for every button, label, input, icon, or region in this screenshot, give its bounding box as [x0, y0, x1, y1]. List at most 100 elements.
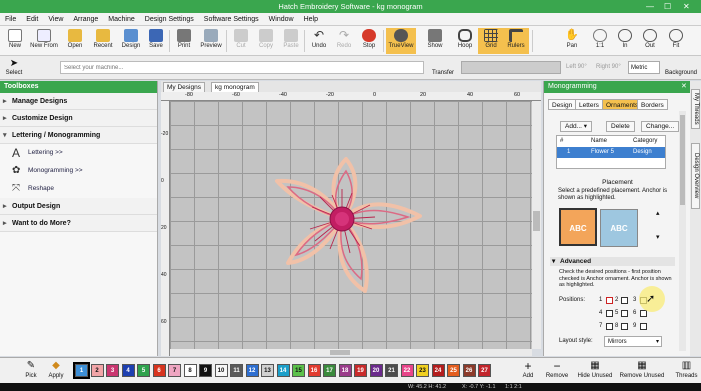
hoop-select[interactable]	[461, 61, 561, 74]
show-button[interactable]: Show	[420, 28, 450, 54]
placement-option-2[interactable]: ABC	[600, 209, 638, 247]
maximize-button[interactable]: ☐	[664, 0, 671, 13]
position-checkbox-4[interactable]	[606, 310, 613, 317]
lettering-tool[interactable]: A Lettering >>	[0, 144, 157, 162]
close-panel-icon[interactable]: ✕	[681, 81, 687, 93]
menu-arrange[interactable]: Arrange	[68, 13, 103, 26]
tab-my-threads[interactable]: My Threads	[691, 89, 700, 129]
position-checkbox-1[interactable]	[606, 297, 613, 304]
flower-design[interactable]	[170, 101, 532, 349]
thread-swatch[interactable]: 2	[90, 364, 104, 377]
zoom-out-button[interactable]: Out	[637, 28, 663, 54]
units-select[interactable]: Metric	[628, 61, 660, 74]
menu-view[interactable]: View	[43, 13, 68, 26]
select-tool[interactable]: ➤ Select	[3, 57, 25, 79]
panel-scrollbar[interactable]	[679, 111, 686, 351]
position-checkbox-5[interactable]	[621, 310, 628, 317]
layout-style-select[interactable]: Mirrors ▾	[604, 336, 662, 347]
thread-swatch[interactable]: 20	[369, 364, 383, 377]
section-want-more[interactable]: ▸ Want to do More?	[0, 215, 157, 232]
preview-button[interactable]: Preview	[197, 28, 225, 54]
delete-ornament-button[interactable]: Delete	[606, 121, 635, 132]
thread-swatch[interactable]: 3	[106, 364, 119, 377]
vertical-scroll-thumb[interactable]	[533, 211, 540, 231]
one-to-one-button[interactable]: 1:1	[587, 28, 613, 54]
menu-file[interactable]: File	[0, 13, 21, 26]
background-button[interactable]: Background	[663, 57, 699, 79]
position-checkbox-7[interactable]	[606, 323, 613, 330]
placement-option-anchor[interactable]: ABC	[559, 208, 597, 246]
thread-swatch[interactable]: 22	[400, 364, 414, 377]
cut-button[interactable]: Cut	[228, 28, 254, 54]
trueview-button[interactable]: TrueView	[386, 28, 416, 54]
tab-letters[interactable]: Letters	[575, 99, 603, 110]
paste-button[interactable]: Paste	[278, 28, 304, 54]
thread-swatch[interactable]: 16	[307, 364, 321, 377]
open-button[interactable]: Open	[62, 28, 88, 54]
section-output-design[interactable]: ▸ Output Design	[0, 198, 157, 215]
thread-swatch[interactable]: 23	[416, 364, 429, 377]
tab-design[interactable]: Design	[548, 99, 577, 110]
thread-swatch[interactable]: 12	[245, 364, 259, 377]
add-ornament-button[interactable]: Add... ▾	[560, 121, 593, 132]
redo-button[interactable]: ↷ Redo	[331, 28, 357, 54]
placement-scroll-up-icon[interactable]: ▴	[656, 209, 660, 217]
menu-software-settings[interactable]: Software Settings	[199, 13, 264, 26]
vertical-scrollbar[interactable]	[532, 101, 541, 349]
thread-swatch[interactable]: 27	[478, 364, 491, 377]
pan-button[interactable]: ✋ Pan	[559, 28, 585, 54]
pick-button[interactable]: ✎ Pick	[20, 359, 42, 383]
remove-unused-button[interactable]: ▦ Remove Unused	[617, 359, 667, 383]
section-lettering-monogramming[interactable]: ▾ Lettering / Monogramming	[0, 127, 157, 144]
thread-swatch[interactable]: 8	[183, 364, 197, 377]
thread-swatch[interactable]: 17	[323, 364, 336, 377]
position-checkbox-6[interactable]	[640, 310, 647, 317]
thread-swatch[interactable]: 6	[152, 364, 166, 377]
new-button[interactable]: New	[2, 28, 28, 54]
thread-swatch[interactable]: 18	[338, 364, 352, 377]
print-button[interactable]: Print	[171, 28, 197, 54]
new-from-button[interactable]: New From	[28, 28, 60, 54]
threads-button[interactable]: ▥ Threads	[673, 359, 700, 383]
position-checkbox-9[interactable]	[640, 323, 647, 330]
thread-swatch[interactable]: 24	[431, 364, 445, 377]
menu-edit[interactable]: Edit	[21, 13, 43, 26]
thread-swatch[interactable]: 7	[168, 364, 181, 377]
tab-kg-monogram[interactable]: kg monogram	[211, 82, 259, 92]
section-manage-designs[interactable]: ▸ Manage Designs	[0, 93, 157, 110]
thread-swatch[interactable]: 21	[385, 364, 398, 377]
thread-swatch[interactable]: 10	[214, 364, 228, 377]
change-ornament-button[interactable]: Change...	[641, 121, 680, 132]
design-canvas[interactable]	[170, 101, 532, 349]
section-customize-design[interactable]: ▸ Customize Design	[0, 110, 157, 127]
thread-swatch[interactable]: 1	[73, 362, 90, 379]
save-button[interactable]: Save	[143, 28, 169, 54]
horizontal-scrollbar[interactable]	[170, 349, 532, 356]
position-checkbox-2[interactable]	[621, 297, 628, 304]
transfer-button[interactable]: Transfer	[428, 57, 458, 79]
tab-borders[interactable]: Borders	[637, 99, 668, 110]
close-button[interactable]: ✕	[683, 0, 690, 13]
undo-button[interactable]: ↶ Undo	[306, 28, 332, 54]
thread-swatch[interactable]: 14	[276, 364, 290, 377]
placement-scroll-down-icon[interactable]: ▾	[656, 233, 660, 241]
machine-select[interactable]	[60, 61, 424, 74]
horizontal-scroll-thumb[interactable]	[330, 350, 350, 355]
minimize-button[interactable]: —	[646, 0, 654, 13]
thread-swatch[interactable]: 11	[230, 364, 243, 377]
recent-button[interactable]: Recent	[88, 28, 118, 54]
thread-swatch[interactable]: 25	[447, 364, 460, 377]
stop-button[interactable]: Stop	[356, 28, 382, 54]
add-thread-button[interactable]: + Add	[517, 359, 539, 383]
thread-swatch[interactable]: 26	[462, 364, 476, 377]
monogramming-tool[interactable]: ✿ Monogramming >>	[0, 162, 157, 180]
table-row[interactable]: 1 Flower 5 Design	[557, 147, 665, 158]
advanced-section[interactable]: ▾ Advanced	[550, 257, 675, 266]
zoom-in-button[interactable]: In	[612, 28, 638, 54]
menu-machine[interactable]: Machine	[103, 13, 139, 26]
thread-swatch[interactable]: 4	[121, 364, 135, 377]
thread-swatch[interactable]: 13	[261, 364, 274, 377]
grid-button[interactable]: Grid	[478, 28, 504, 54]
design-button[interactable]: Design	[118, 28, 144, 54]
rulers-button[interactable]: Rulers	[503, 28, 529, 54]
